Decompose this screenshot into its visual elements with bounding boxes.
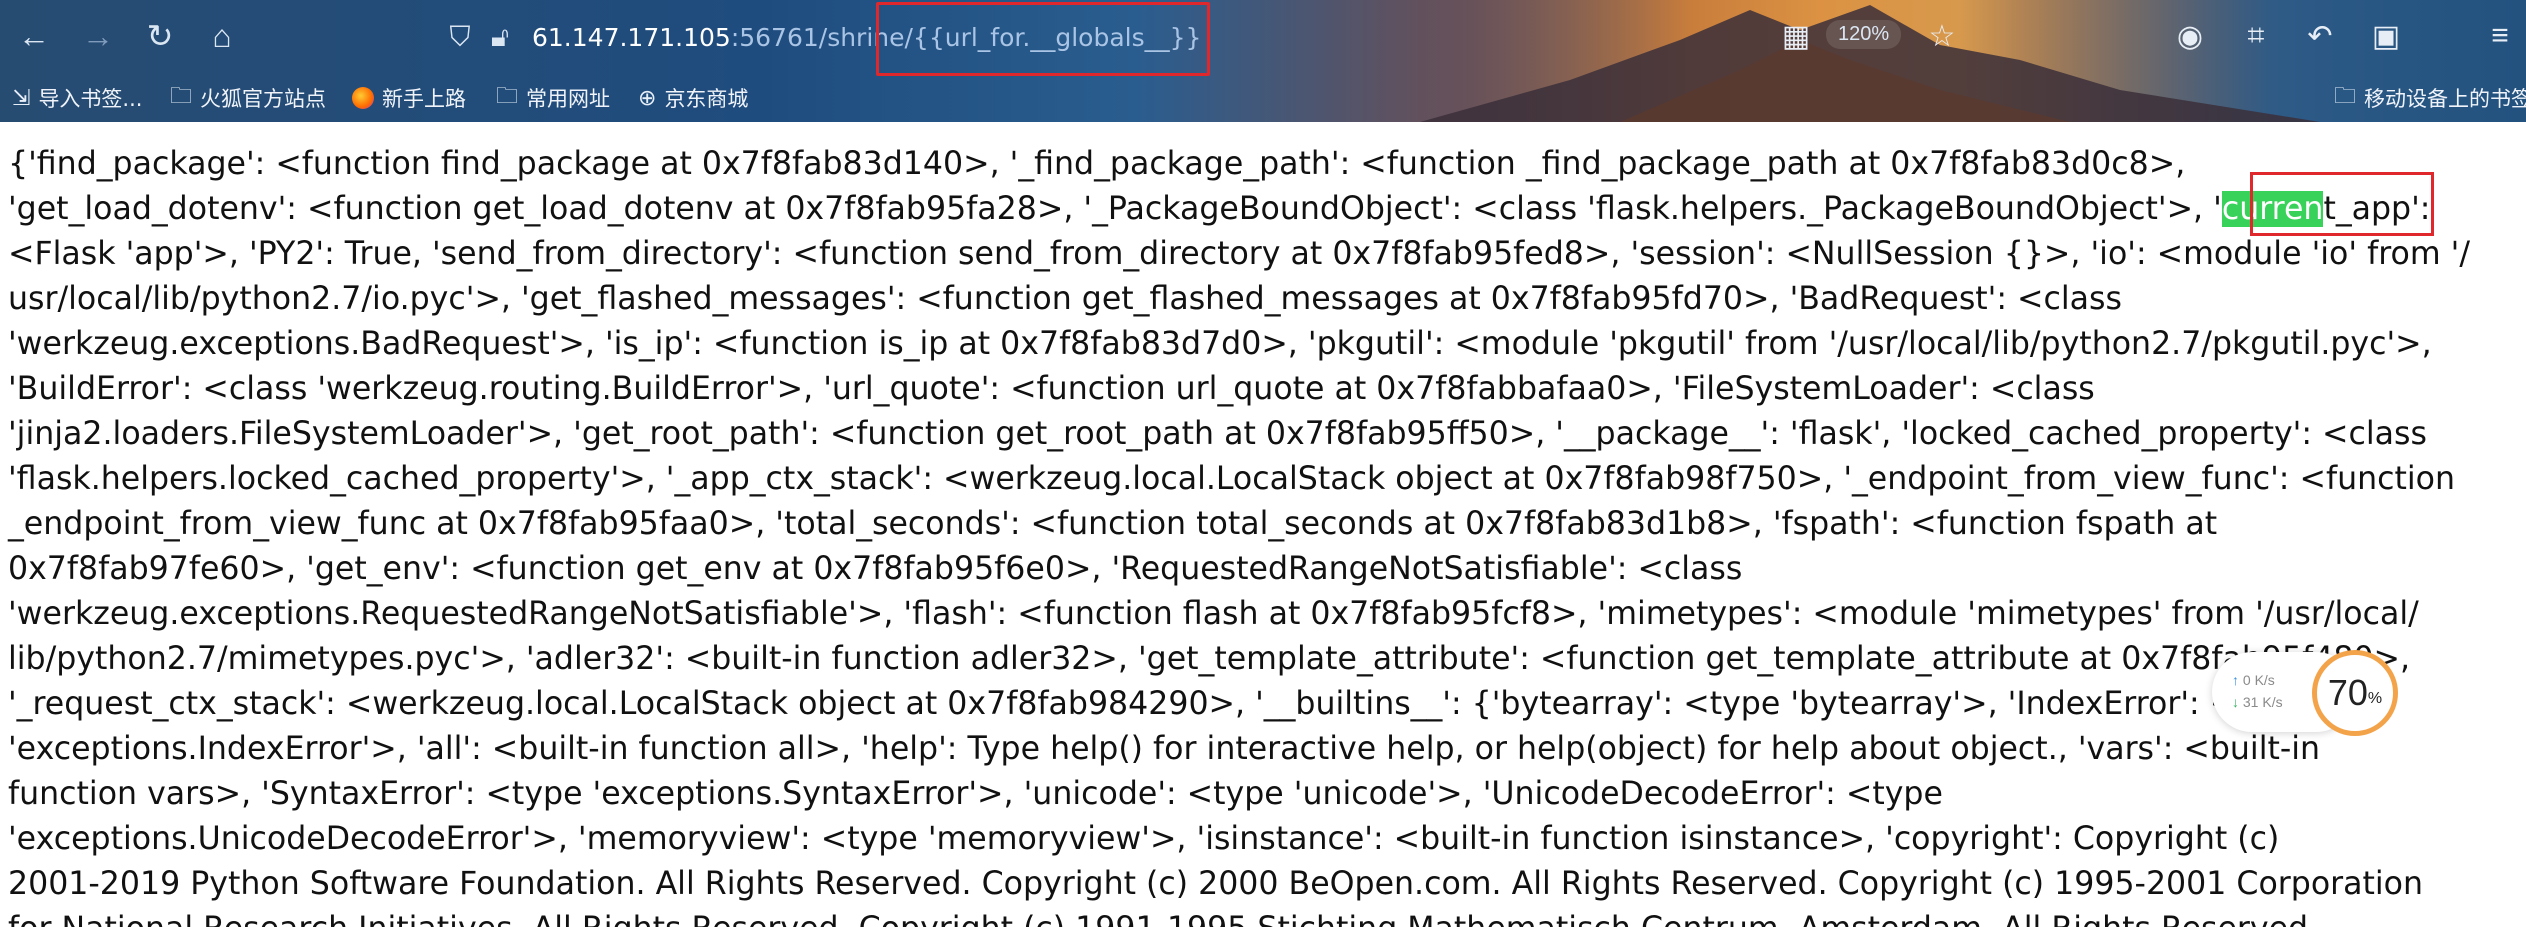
text-line-segment: 'get_load_dotenv': <function get_load_do… xyxy=(8,191,2222,227)
url-port: :56761 xyxy=(730,22,819,52)
folder-icon: 🗀︎ xyxy=(170,84,193,109)
text-line: 2001-2019 Python Software Foundation. Al… xyxy=(8,866,2424,902)
url-annotation-box xyxy=(876,2,1210,76)
insecure-lock-icon: 🔓︎ xyxy=(490,20,510,52)
text-line: 'jinja2.loaders.FileSystemLoader'>, 'get… xyxy=(8,416,2427,452)
bookmark-label: 新手上路 xyxy=(382,87,466,111)
upload-speed: ↑ 0 K/s xyxy=(2232,672,2275,688)
gauge-percent-sign: % xyxy=(2367,690,2383,707)
bookmark-label: 移动设备上的书签 xyxy=(2364,87,2526,111)
url-host: 61.147.171.105 xyxy=(532,22,731,52)
text-line: 'werkzeug.exceptions.BadRequest'>, 'is_i… xyxy=(8,326,2432,362)
text-line: {'find_package': <function find_package … xyxy=(8,146,2186,182)
arrow-right-icon: → xyxy=(82,18,114,54)
globe-icon: ⊕ xyxy=(638,85,657,111)
download-speed: ↓ 31 K/s xyxy=(2232,694,2283,710)
bookmark-label: 京东商城 xyxy=(664,87,749,111)
extension-icon[interactable]: ◉ xyxy=(2170,16,2210,56)
text-line: function vars>, 'SyntaxError': <type 'ex… xyxy=(8,776,1943,812)
menu-icon[interactable]: ≡ xyxy=(2480,16,2520,56)
reload-icon: ↻ xyxy=(146,18,174,54)
undo-icon[interactable]: ↶ xyxy=(2300,16,2340,56)
bookmark-label: 导入书签... xyxy=(38,87,143,111)
folder-icon: 🗀︎ xyxy=(496,84,519,109)
text-line: usr/local/lib/python2.7/io.pyc'>, 'get_f… xyxy=(8,281,2122,317)
bookmark-jd[interactable]: ⊕ 京东商城 xyxy=(638,78,748,118)
reload-button[interactable]: ↻ xyxy=(140,16,180,56)
bookmarks-toolbar: ⇲ 导入书签... 🗀︎ 火狐官方站点 新手上路 🗀︎ 常用网址 ⊕ 京东商城 … xyxy=(0,78,2526,118)
arrow-left-icon: ← xyxy=(18,18,50,54)
current-app-annotation-box xyxy=(2250,172,2434,236)
folder-icon: 🗀︎ xyxy=(2334,84,2357,109)
bookmark-firefox-official[interactable]: 🗀︎ 火狐官方站点 xyxy=(170,78,326,118)
text-line: 'flask.helpers.locked_cached_property'>,… xyxy=(8,461,2456,497)
browser-toolbar: ← → ↻ ⌂ ⛉ 🔓︎ 61.147.171.105:56761/shrine… xyxy=(0,0,2526,122)
text-line: lib/python2.7/mimetypes.pyc'>, 'adler32'… xyxy=(8,641,2411,677)
star-bookmark-icon[interactable]: ☆ xyxy=(1922,16,1962,56)
download-speed-value: 31 xyxy=(2242,694,2259,710)
page-body-text: {'find_package': <function find_package … xyxy=(8,142,2508,927)
bookmark-common-sites[interactable]: 🗀︎ 常用网址 xyxy=(496,78,610,118)
address-bar[interactable]: ⛉ 🔓︎ 61.147.171.105:56761/shrine/{{url_f… xyxy=(440,14,2000,60)
crop-screenshot-icon[interactable]: ⌗ xyxy=(2236,16,2276,56)
text-line: _endpoint_from_view_func at 0x7f8fab95fa… xyxy=(8,506,2218,542)
import-icon: ⇲ xyxy=(12,85,31,111)
download-arrow-icon: ↓ xyxy=(2232,694,2239,710)
speed-unit: K/s xyxy=(2254,672,2275,688)
back-button[interactable]: ← xyxy=(14,16,54,56)
firefox-icon xyxy=(352,87,374,109)
text-line: 'get_load_dotenv': <function get_load_do… xyxy=(8,187,2508,232)
bookmark-import[interactable]: ⇲ 导入书签... xyxy=(12,78,142,118)
text-line: 'BuildError': <class 'werkzeug.routing.B… xyxy=(8,371,2095,407)
bookmark-label: 常用网址 xyxy=(526,87,611,111)
speed-unit: K/s xyxy=(2262,694,2283,710)
gauge-percent: 70 xyxy=(2327,672,2368,713)
shield-icon: ⛉ xyxy=(449,20,471,52)
bookmark-getting-started[interactable]: 新手上路 xyxy=(352,78,466,118)
mobile-bookmarks[interactable]: 🗀︎ 移动设备上的书签 xyxy=(2334,78,2526,118)
memory-usage-gauge[interactable]: 70% xyxy=(2312,650,2398,736)
account-icon[interactable]: ▣ xyxy=(2366,16,2406,56)
text-line: 'exceptions.UnicodeDecodeError'>, 'memor… xyxy=(8,821,2280,857)
text-line: for National Research Initiatives. All R… xyxy=(8,907,2508,927)
text-line: 'exceptions.IndexError'>, 'all': <built-… xyxy=(8,731,2321,767)
qr-code-icon[interactable]: ▦ xyxy=(1776,16,1816,56)
text-line: 0x7f8fab97fe60>, 'get_env': <function ge… xyxy=(8,551,1743,587)
upload-arrow-icon: ↑ xyxy=(2232,672,2239,688)
home-icon: ⌂ xyxy=(212,18,232,54)
zoom-level-badge[interactable]: 120% xyxy=(1826,20,1902,49)
bookmark-label: 火狐官方站点 xyxy=(200,87,327,111)
upload-speed-value: 0 xyxy=(2242,672,2251,688)
forward-button[interactable]: → xyxy=(78,16,118,56)
text-line: <Flask 'app'>, 'PY2': True, 'send_from_d… xyxy=(8,236,2470,272)
home-button[interactable]: ⌂ xyxy=(202,16,242,56)
text-line: '_request_ctx_stack': <werkzeug.local.Lo… xyxy=(8,686,2307,722)
text-line: 'werkzeug.exceptions.RequestedRangeNotSa… xyxy=(8,596,2419,632)
